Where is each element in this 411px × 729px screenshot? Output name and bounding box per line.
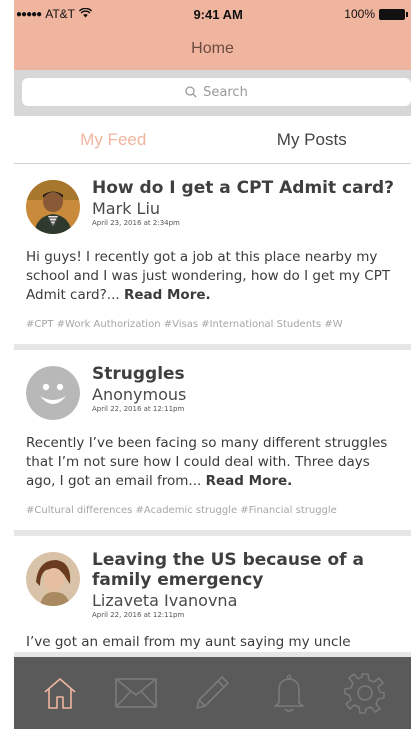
bottom-tab-bar: [14, 657, 411, 729]
post-header-text: Leaving the US because of a family emerg…: [92, 550, 411, 619]
post-title[interactable]: Struggles: [92, 364, 411, 384]
tab-my-posts[interactable]: My Posts: [213, 116, 411, 163]
search-placeholder: Search: [203, 84, 248, 100]
post-header: How do I get a CPT Admit card? Mark Liu …: [26, 178, 411, 234]
tab-notifications[interactable]: [265, 669, 313, 717]
bell-icon: [271, 673, 307, 713]
search-bar-container: Search: [14, 70, 411, 116]
post-author[interactable]: Lizaveta Ivanovna: [92, 591, 411, 611]
post-card[interactable]: Struggles Anonymous April 22, 2016 at 12…: [14, 350, 411, 530]
post-author[interactable]: Mark Liu: [92, 199, 411, 219]
post-date: April 22, 2016 at 12:11pm: [92, 405, 185, 413]
phone-screen: ●●●●● AT&T 9:41 AM 100% Home Search My F…: [14, 0, 411, 729]
wifi-icon: [78, 7, 93, 21]
status-bar: ●●●●● AT&T 9:41 AM 100%: [14, 0, 411, 28]
post-author[interactable]: Anonymous: [92, 385, 411, 405]
post-tags[interactable]: #CPT #Work Authorization #Visas #Interna…: [26, 319, 411, 344]
left-frame: [0, 0, 14, 729]
post-title[interactable]: How do I get a CPT Admit card?: [92, 178, 411, 198]
read-more-link[interactable]: Read More.: [124, 287, 211, 303]
carrier-label: AT&T: [45, 7, 75, 21]
tab-home[interactable]: [36, 669, 84, 717]
tab-settings[interactable]: [341, 669, 389, 717]
page-title: Home: [191, 40, 234, 57]
status-left: ●●●●● AT&T: [16, 7, 93, 21]
post-header-text: How do I get a CPT Admit card? Mark Liu …: [92, 178, 411, 234]
post-body: Recently I’ve been facing so many differ…: [26, 434, 411, 491]
feed-segmented-control: My Feed My Posts: [14, 116, 411, 164]
search-input[interactable]: Search: [22, 78, 411, 106]
mail-icon: [114, 676, 158, 710]
post-card[interactable]: How do I get a CPT Admit card? Mark Liu …: [14, 164, 411, 344]
post-feed[interactable]: How do I get a CPT Admit card? Mark Liu …: [14, 164, 411, 729]
status-time: 9:41 AM: [193, 6, 243, 22]
tab-messages[interactable]: [112, 669, 160, 717]
read-more-link[interactable]: Read More.: [206, 473, 293, 489]
gear-icon: [344, 672, 386, 714]
search-icon: [185, 86, 197, 98]
post-header-text: Struggles Anonymous April 22, 2016 at 12…: [92, 364, 411, 420]
user-photo-icon[interactable]: [26, 552, 80, 606]
tab-compose[interactable]: [188, 669, 236, 717]
post-header: Struggles Anonymous April 22, 2016 at 12…: [26, 364, 411, 420]
anonymous-smiley-icon[interactable]: [26, 366, 80, 420]
tab-my-feed[interactable]: My Feed: [14, 116, 213, 163]
status-right: 100%: [344, 7, 408, 21]
post-card[interactable]: Leaving the US because of a family emerg…: [14, 536, 411, 652]
post-header: Leaving the US because of a family emerg…: [26, 550, 411, 619]
user-photo-icon[interactable]: [26, 180, 80, 234]
signal-strength-icon: ●●●●●: [16, 8, 42, 20]
post-date: April 23, 2016 at 2:34pm: [92, 219, 180, 227]
post-date: April 22, 2016 at 12:11pm: [92, 611, 185, 619]
post-tags[interactable]: #Cultural differences #Academic struggle…: [26, 505, 411, 530]
battery-percent: 100%: [344, 7, 375, 21]
pencil-icon: [192, 673, 232, 713]
home-icon: [41, 674, 79, 712]
post-body: Hi guys! I recently got a job at this pl…: [26, 248, 411, 305]
post-body: I’ve got an email from my aunt saying my…: [26, 633, 411, 652]
post-excerpt: I’ve got an email from my aunt saying my…: [26, 634, 351, 650]
post-title[interactable]: Leaving the US because of a family emerg…: [92, 550, 411, 590]
battery-icon: [379, 8, 408, 20]
navigation-bar: Home: [14, 28, 411, 70]
